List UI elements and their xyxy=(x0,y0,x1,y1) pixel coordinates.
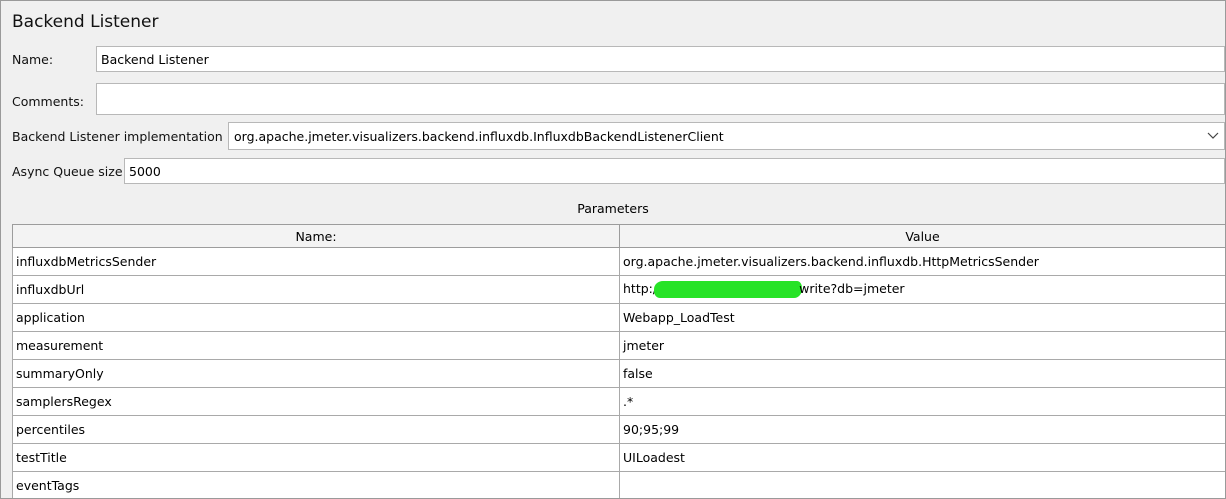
param-value-cell[interactable]: .* xyxy=(619,387,1225,416)
param-name-cell[interactable]: influxdbMetricsSender xyxy=(12,247,620,276)
table-row[interactable]: measurement jmeter xyxy=(12,331,1225,360)
column-header-value[interactable]: Value xyxy=(619,224,1225,248)
param-value-cell[interactable]: jmeter xyxy=(619,331,1225,360)
table-header-row: Name: Value xyxy=(12,224,1225,248)
param-value-cell[interactable] xyxy=(619,471,1225,498)
redaction-mark xyxy=(654,281,803,298)
param-value-cell[interactable]: http:/ write?db=jmeter xyxy=(619,275,1225,304)
table-row[interactable]: testTitle UILoadest xyxy=(12,443,1225,472)
implementation-select[interactable]: org.apache.jmeter.visualizers.backend.in… xyxy=(228,122,1225,150)
implementation-label: Backend Listener implementation xyxy=(12,129,223,144)
table-row[interactable]: samplersRegex .* xyxy=(12,387,1225,416)
param-value-cell[interactable]: false xyxy=(619,359,1225,388)
parameters-title: Parameters xyxy=(577,201,649,216)
param-value-cell[interactable]: UILoadest xyxy=(619,443,1225,472)
param-name-cell[interactable]: summaryOnly xyxy=(12,359,620,388)
param-name-cell[interactable]: measurement xyxy=(12,331,620,360)
comments-field[interactable] xyxy=(96,83,1225,115)
column-header-name[interactable]: Name: xyxy=(12,224,620,248)
param-name-cell[interactable]: eventTags xyxy=(12,471,620,498)
table-row[interactable]: eventTags xyxy=(12,471,1225,498)
param-name-cell[interactable]: testTitle xyxy=(12,443,620,472)
param-value-cell[interactable]: Webapp_LoadTest xyxy=(619,303,1225,332)
table-row[interactable]: influxdbUrl http:/ write?db=jmeter xyxy=(12,275,1225,304)
table-row[interactable]: application Webapp_LoadTest xyxy=(12,303,1225,332)
param-value-cell[interactable]: 90;95;99 xyxy=(619,415,1225,444)
parameters-table: Name: Value influxdbMetricsSender org.ap… xyxy=(12,224,1225,498)
name-label: Name: xyxy=(12,52,54,67)
param-value-cell[interactable]: org.apache.jmeter.visualizers.backend.in… xyxy=(619,247,1225,276)
implementation-select-value: org.apache.jmeter.visualizers.backend.in… xyxy=(234,128,724,144)
table-row[interactable]: summaryOnly false xyxy=(12,359,1225,388)
table-row[interactable]: percentiles 90;95;99 xyxy=(12,415,1225,444)
param-name-cell[interactable]: influxdbUrl xyxy=(12,275,620,304)
name-field[interactable]: Backend Listener xyxy=(96,46,1225,72)
table-row[interactable]: influxdbMetricsSender org.apache.jmeter.… xyxy=(12,247,1225,276)
backend-listener-panel: Backend Listener Name: Backend Listener … xyxy=(0,0,1226,499)
queue-size-label: Async Queue size xyxy=(12,164,123,179)
param-name-cell[interactable]: application xyxy=(12,303,620,332)
param-name-cell[interactable]: percentiles xyxy=(12,415,620,444)
url-suffix: write?db=jmeter xyxy=(799,281,905,296)
param-name-cell[interactable]: samplersRegex xyxy=(12,387,620,416)
url-prefix: http:/ xyxy=(623,281,658,296)
comments-label: Comments: xyxy=(12,94,84,109)
queue-size-field[interactable]: 5000 xyxy=(124,158,1225,184)
chevron-down-icon[interactable] xyxy=(1206,130,1220,142)
panel-title: Backend Listener xyxy=(12,12,159,32)
